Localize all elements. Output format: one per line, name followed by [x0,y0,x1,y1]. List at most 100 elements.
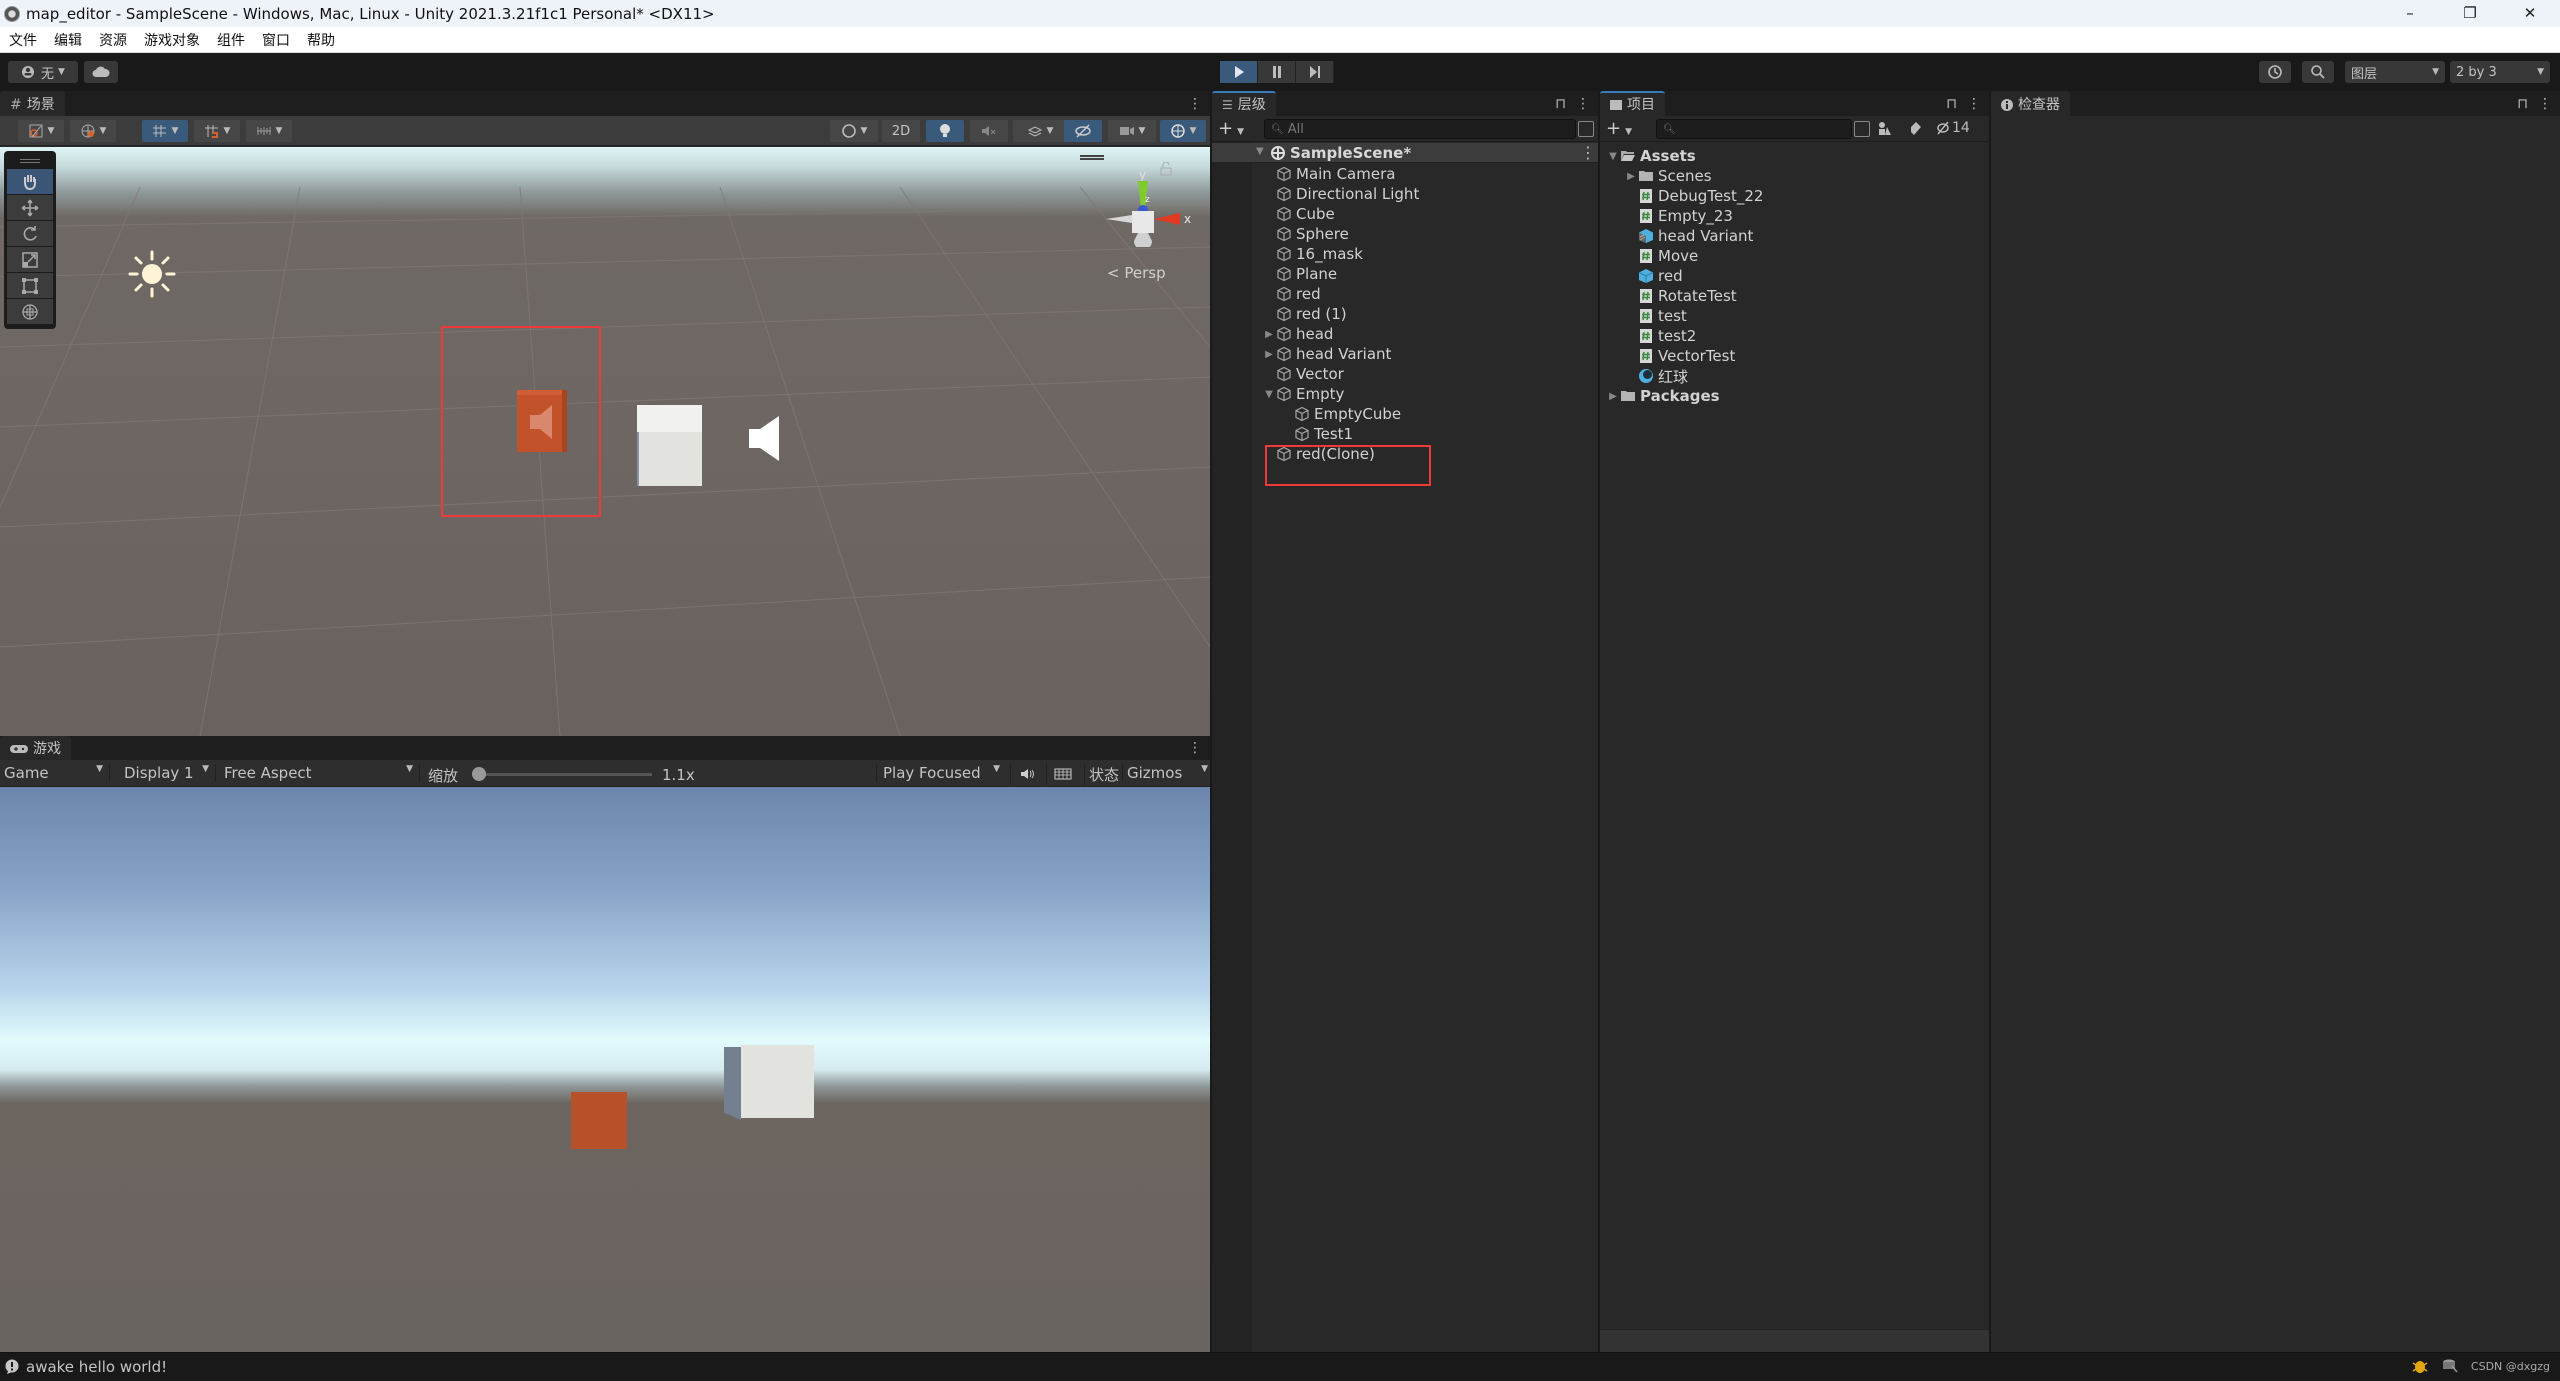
panel-menu-icon[interactable]: ⋮ [1188,96,1202,112]
project-item[interactable]: VectorTest [1624,346,1735,366]
scale-slider-track[interactable] [472,773,652,776]
search-scope-icon[interactable] [1578,121,1594,137]
game-viewport[interactable] [0,787,1210,1352]
menu-window[interactable]: 窗口 [262,30,290,50]
console-message[interactable]: awake hello world! [26,1358,167,1376]
hierarchy-item[interactable]: Main Camera [1276,164,1395,184]
project-item[interactable]: red [1624,266,1683,286]
menu-assets[interactable]: 资源 [99,30,127,50]
move-tool[interactable] [7,195,53,220]
hierarchy-item[interactable]: 16_mask [1276,244,1363,264]
layers-dropdown[interactable]: 图层 ▼ [2345,61,2445,83]
hidden-packages-toggle[interactable]: 14 [1936,120,1970,136]
maximize-button[interactable]: ❐ [2440,0,2500,27]
project-item[interactable]: ▼ Assets [1606,146,1696,166]
gizmos-dropdown[interactable]: ▼ [1160,120,1206,142]
stats-button[interactable]: 状态 [1084,764,1119,785]
panel-menu-icon[interactable]: ⋮ [1576,96,1590,112]
minimize-button[interactable]: – [2380,0,2440,27]
directional-light-icon[interactable] [128,250,176,298]
tab-project[interactable]: 项目 [1600,91,1665,116]
account-dropdown[interactable]: 无 ▼ [8,61,78,83]
project-item[interactable]: test [1624,306,1687,326]
menu-gameobject[interactable]: 游戏对象 [144,30,200,50]
expand-arrow-icon[interactable]: ▶ [1262,329,1276,340]
hierarchy-item[interactable]: Directional Light [1276,184,1419,204]
menu-help[interactable]: 帮助 [307,30,335,50]
play-mode-dropdown[interactable]: Play Focused ▼ [876,764,1006,782]
tab-hierarchy[interactable]: ☰ 层级 [1212,91,1276,116]
project-item[interactable]: ▶ Scenes [1624,166,1711,186]
hierarchy-item[interactable]: Sphere [1276,224,1349,244]
palette-grip[interactable] [20,159,40,163]
project-item[interactable]: RotateTest [1624,286,1737,306]
close-button[interactable]: ✕ [2500,0,2560,27]
undo-history-button[interactable] [2259,61,2291,83]
lock-icon[interactable]: ⊓ [1946,96,1957,112]
camera-dropdown[interactable]: ▼ [1108,120,1156,142]
filter-by-type-icon[interactable] [1878,121,1892,137]
create-button[interactable]: + ▼ [1218,118,1244,139]
scene-header-row[interactable]: ▼ SampleScene* ⋮ [1212,143,1598,163]
lighting-toggle[interactable] [926,120,964,142]
project-item[interactable]: test2 [1624,326,1696,346]
hierarchy-item[interactable]: Plane [1276,264,1337,284]
scene-viewport[interactable]: y z x < Persp [0,147,1210,736]
expand-arrow-icon[interactable]: ▶ [1624,171,1638,182]
gizmo-drag-handle[interactable] [1080,155,1104,160]
expand-arrow-icon[interactable]: ▼ [1262,389,1276,400]
shading-mode-dropdown[interactable]: ▼ [830,120,878,142]
hierarchy-item[interactable]: ▶ head Variant [1265,344,1391,364]
tab-game[interactable]: 游戏 [0,736,71,760]
hierarchy-item[interactable]: Vector [1276,364,1344,384]
expand-arrow-icon[interactable]: ▶ [1606,391,1620,402]
pause-button[interactable] [1258,61,1296,83]
panel-menu-icon[interactable]: ⋮ [2538,96,2552,112]
menu-edit[interactable]: 编辑 [54,30,82,50]
lock-icon[interactable]: ⊓ [1555,96,1566,112]
hierarchy-search-input[interactable]: 🔍︎ All [1264,119,1576,139]
shortcuts-button[interactable] [1046,763,1078,785]
tab-scene[interactable]: # 场景 [0,91,65,116]
layout-dropdown[interactable]: 2 by 3 ▼ [2450,61,2550,83]
project-item[interactable]: head Variant [1624,226,1753,246]
hierarchy-item[interactable]: Test1 [1294,424,1353,444]
rotate-tool[interactable] [7,221,53,246]
orientation-gizmo[interactable]: y z x [1100,167,1200,247]
mute-audio-button[interactable] [1010,763,1044,785]
cache-server-icon[interactable] [2441,1358,2459,1374]
expand-arrow-icon[interactable]: ▼ [1606,151,1620,162]
hierarchy-item[interactable]: EmptyCube [1294,404,1401,424]
create-asset-button[interactable]: + ▼ [1606,118,1632,139]
rect-tool[interactable] [7,273,53,298]
hand-tool[interactable] [7,169,53,194]
transform-tool[interactable] [7,299,53,324]
panel-menu-icon[interactable]: ⋮ [1188,740,1202,756]
scale-slider-thumb[interactable] [472,767,486,781]
project-item[interactable]: Move [1624,246,1698,266]
scale-tool[interactable] [7,247,53,272]
debug-bug-icon[interactable] [2411,1357,2429,1375]
hidden-objects-toggle[interactable] [1064,120,1102,142]
hierarchy-item[interactable]: red (1) [1276,304,1347,324]
search-scope-icon[interactable] [1854,121,1870,137]
hierarchy-item[interactable]: ▶ head [1265,324,1333,344]
hierarchy-item[interactable]: Cube [1276,204,1335,224]
project-item[interactable]: ▶ Packages [1606,386,1719,406]
2d-toggle[interactable]: 2D [882,120,920,142]
project-search-input[interactable]: 🔍︎ [1656,119,1852,139]
filter-by-label-icon[interactable] [1910,121,1922,137]
tab-inspector[interactable]: 检查器 [1991,91,2070,116]
render-mode-dropdown[interactable]: ▼ [70,120,116,142]
menu-component[interactable]: 组件 [217,30,245,50]
panel-menu-icon[interactable]: ⋮ [1967,96,1981,112]
project-item[interactable]: Empty_23 [1624,206,1733,226]
effects-dropdown[interactable]: ▼ [1013,120,1067,142]
lock-icon[interactable]: ⊓ [2517,96,2528,112]
hierarchy-item[interactable]: red(Clone) [1276,444,1375,464]
menu-file[interactable]: 文件 [9,30,37,50]
grid-snap-toggle[interactable]: ▼ [142,120,188,142]
aspect-dropdown[interactable]: Free Aspect ▼ [224,764,420,782]
draw-mode-dropdown[interactable]: ▼ [18,120,64,142]
project-item[interactable]: 红球 [1624,366,1688,386]
